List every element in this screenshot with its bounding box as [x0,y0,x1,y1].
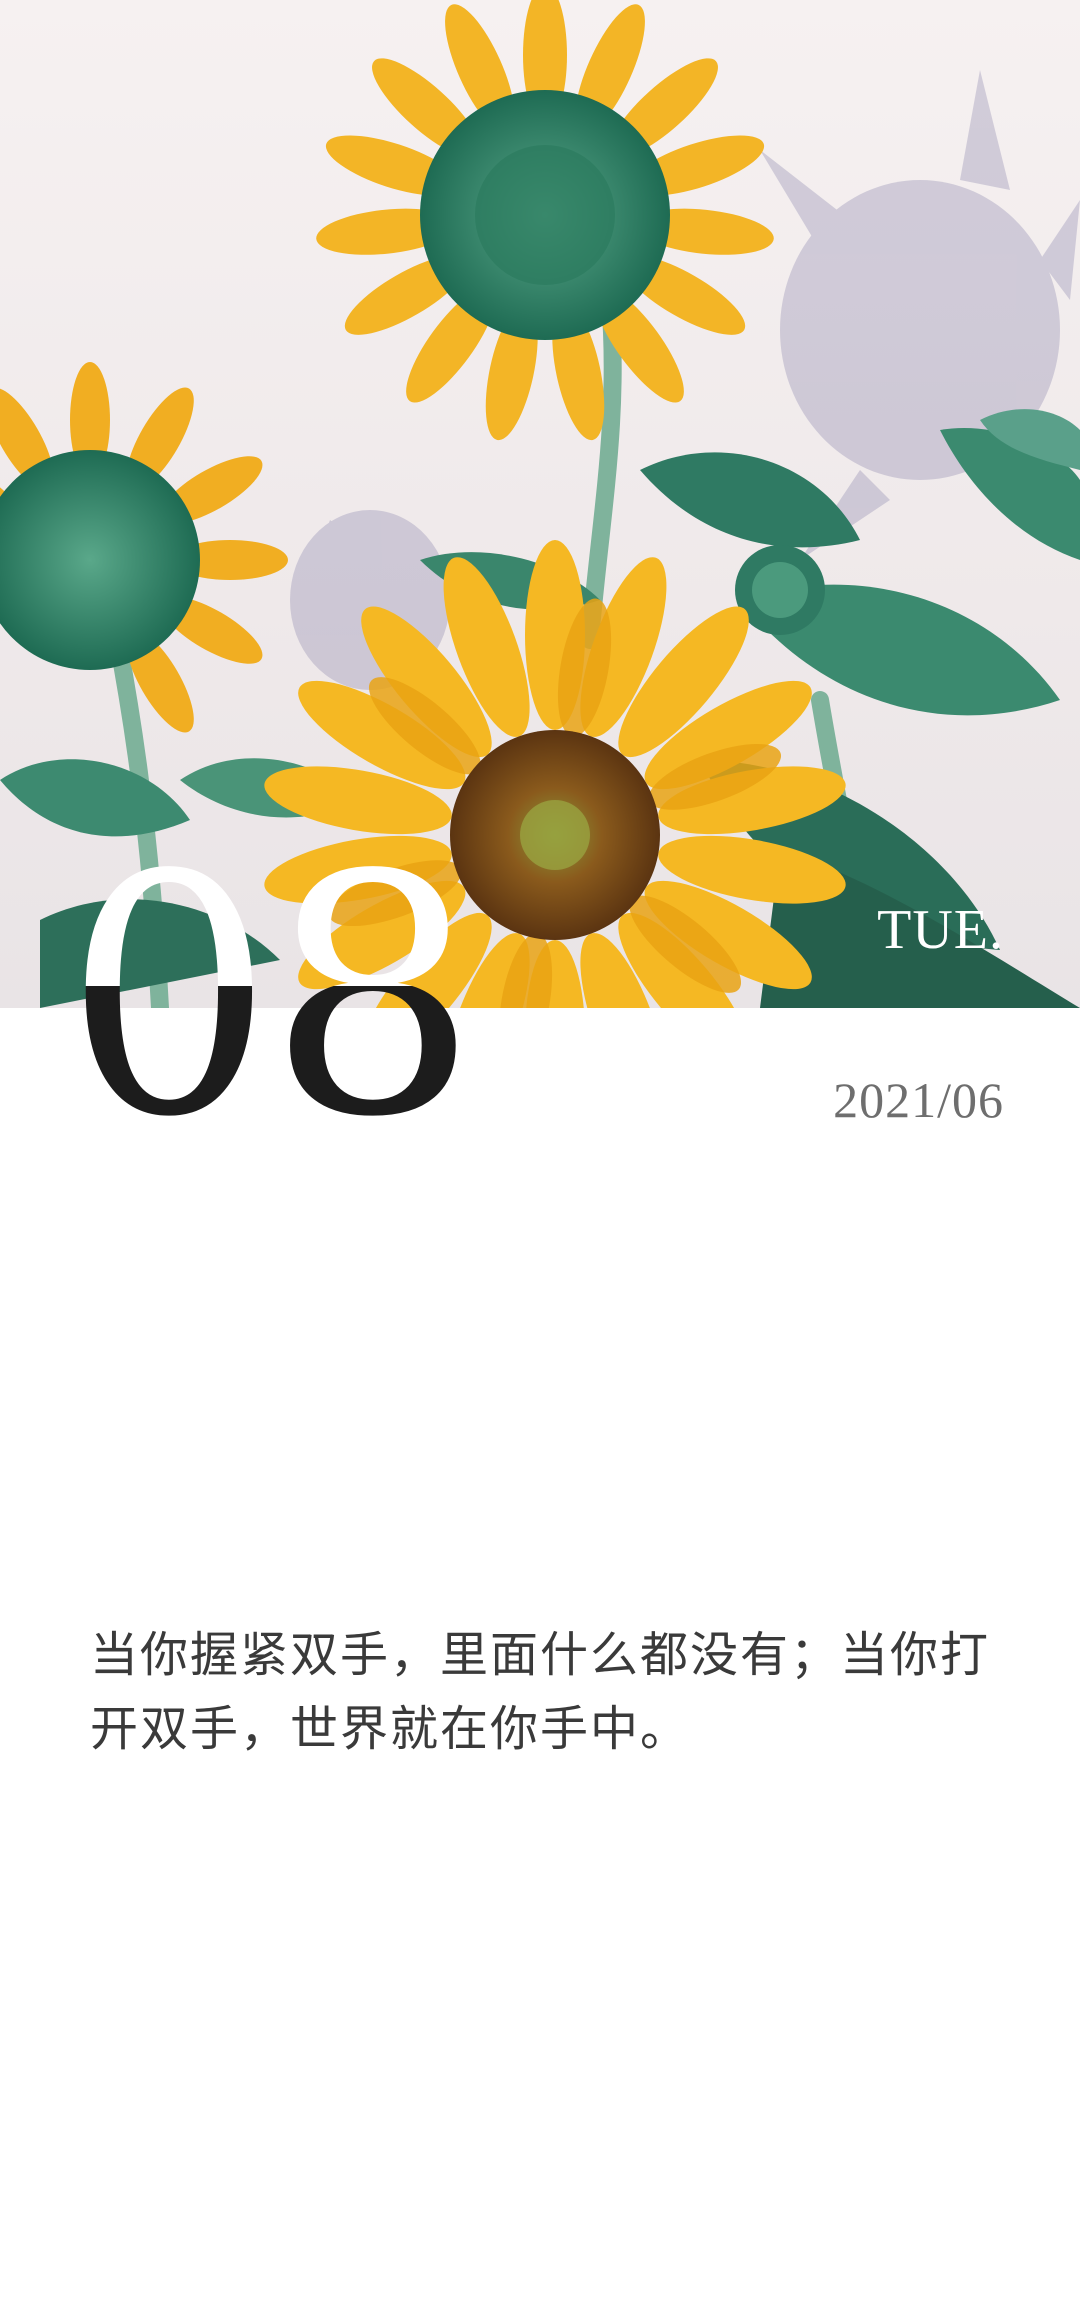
daily-quote: 当你握紧双手，里面什么都没有；当你打开双手，世界就在你手中。 [90,1627,991,1757]
weekday-label: TUE. [877,899,1004,961]
year-month-label: 2021/06 [833,1072,1004,1128]
